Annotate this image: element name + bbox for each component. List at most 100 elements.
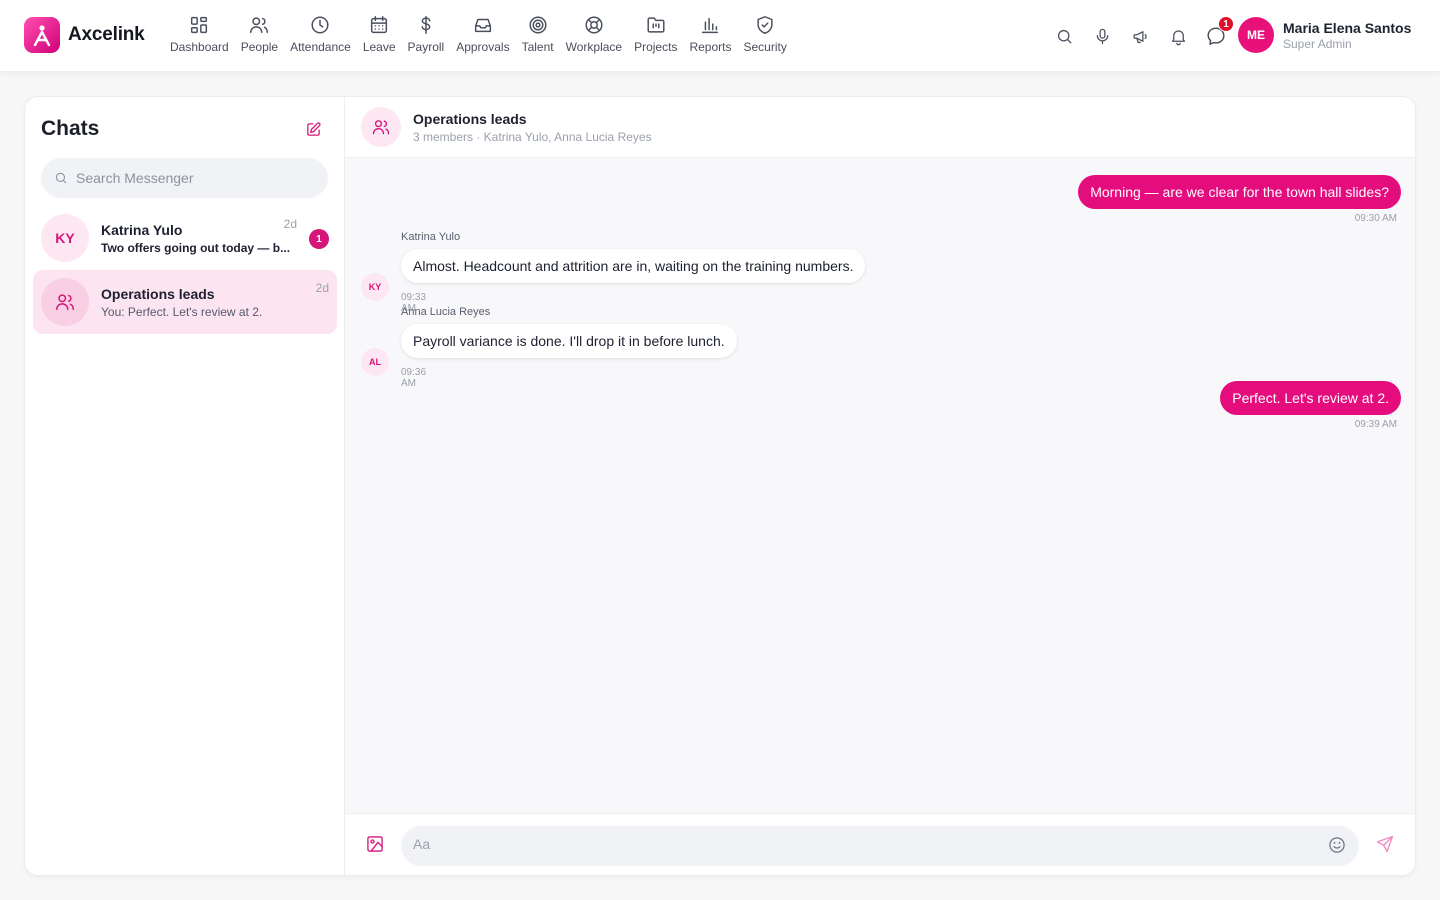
chat-header: Operations leads 3 members · Katrina Yul… — [345, 97, 1415, 158]
message-sender: Katrina Yulo — [401, 231, 461, 243]
messages-button[interactable]: 1 — [1202, 16, 1234, 50]
nav-label: Leave — [362, 40, 396, 54]
lifebuoy-icon — [585, 16, 603, 34]
nav-talent[interactable]: Talent — [516, 14, 560, 54]
message-bubble[interactable]: Payroll variance is done. I'll drop it i… — [401, 324, 737, 358]
avatar: KY — [361, 273, 389, 301]
message-time: 09:36 AM — [401, 367, 427, 389]
nav-attendance[interactable]: Attendance — [284, 14, 357, 54]
unread-badge: 1 — [309, 229, 329, 249]
message-bubble[interactable]: Almost. Headcount and attrition are in, … — [401, 249, 866, 283]
megaphone-icon — [1133, 30, 1147, 43]
shield-icon — [757, 16, 773, 34]
bell-icon — [1171, 29, 1185, 45]
nav-dashboard[interactable]: Dashboard — [164, 14, 235, 54]
chat-title: Operations leads — [413, 110, 527, 127]
group-avatar[interactable] — [361, 107, 401, 147]
notifications-button[interactable] — [1164, 22, 1192, 50]
bar-chart-icon — [702, 17, 719, 34]
send-icon — [1376, 835, 1394, 853]
folder-icon — [647, 17, 665, 33]
avatar: AL — [361, 348, 389, 376]
brand-logo-icon — [24, 17, 60, 53]
nav-label: Workplace — [565, 40, 623, 54]
header-tools: 1 — [1050, 16, 1240, 50]
nav-label: Payroll — [407, 40, 445, 54]
conversation-body: Operations leads You: Perfect. Let's rev… — [101, 286, 297, 319]
brand[interactable]: Axcelink — [24, 17, 145, 53]
message-bubble[interactable]: Morning — are we clear for the town hall… — [1078, 175, 1401, 209]
nav-approvals[interactable]: Approvals — [450, 14, 515, 54]
message-outgoing: Perfect. Let's review at 2. 09:39 AM — [1220, 381, 1401, 430]
group-icon — [56, 294, 74, 311]
conversation-preview: Two offers going out today — b... — [101, 240, 291, 255]
nav-label: Talent — [521, 40, 554, 54]
message-bubble[interactable]: Perfect. Let's review at 2. — [1220, 381, 1401, 415]
conversation-item[interactable]: KY Katrina Yulo Two offers going out tod… — [33, 206, 337, 270]
brand-name: Axcelink — [68, 24, 145, 45]
nav-label: Dashboard — [170, 40, 229, 54]
image-icon — [367, 836, 383, 852]
messenger-card: Chats KY Katrina Yulo Two offers going o… — [24, 96, 1416, 876]
attach-image-button[interactable] — [365, 834, 387, 856]
user-name: Maria Elena Santos — [1283, 19, 1412, 36]
user-menu[interactable]: ME Maria Elena Santos Super Admin — [1238, 17, 1411, 53]
nav-label: Attendance — [290, 40, 351, 54]
message-composer — [345, 813, 1415, 875]
microphone-icon — [1096, 28, 1108, 44]
nav-label: Security — [743, 40, 787, 54]
nav-label: People — [240, 40, 279, 54]
nav-security[interactable]: Security — [737, 14, 792, 54]
nav-people[interactable]: People — [235, 14, 284, 54]
voice-button[interactable] — [1088, 22, 1116, 50]
main-nav: Dashboard People Attendance Leave Payrol… — [164, 14, 793, 54]
search-icon — [1057, 29, 1071, 43]
messages-badge: 1 — [1218, 16, 1234, 32]
avatar: ME — [1238, 17, 1274, 53]
people-icon — [250, 17, 269, 34]
inbox-icon — [474, 18, 491, 33]
group-avatar — [41, 278, 89, 326]
conversation-item-active[interactable]: Operations leads You: Perfect. Let's rev… — [33, 270, 337, 334]
conversation-name: Operations leads — [101, 285, 215, 302]
chat-panel: Operations leads 3 members · Katrina Yul… — [345, 97, 1415, 875]
chat-members: 3 members · Katrina Yulo, Anna Lucia Rey… — [413, 129, 652, 144]
message-input-wrap — [401, 826, 1359, 866]
new-message-button[interactable] — [301, 117, 325, 141]
compose-icon — [306, 121, 321, 136]
user-role: Super Admin — [1283, 36, 1352, 51]
message-input[interactable] — [413, 836, 1313, 852]
calendar-icon — [371, 16, 388, 34]
nav-projects[interactable]: Projects — [628, 14, 683, 54]
search-input[interactable] — [76, 170, 306, 186]
message-time: 09:30 AM — [1354, 213, 1397, 224]
conversation-time: 2d — [315, 281, 329, 295]
nav-leave[interactable]: Leave — [357, 14, 402, 54]
search-box — [41, 158, 328, 198]
conversation-preview: You: Perfect. Let's review at 2. — [101, 304, 263, 319]
conversation-name: Katrina Yulo — [101, 221, 183, 238]
conversation-time: 2d — [283, 217, 297, 231]
user-info: Maria Elena Santos Super Admin — [1283, 20, 1411, 51]
chats-sidebar: Chats KY Katrina Yulo Two offers going o… — [25, 97, 345, 875]
announcements-button[interactable] — [1126, 22, 1154, 50]
avatar: KY — [41, 214, 89, 262]
nav-label: Reports — [689, 40, 732, 54]
page-title: Chats — [41, 117, 100, 140]
nav-workplace[interactable]: Workplace — [560, 14, 628, 54]
clock-icon — [311, 16, 329, 34]
send-button[interactable] — [1375, 834, 1397, 856]
emoji-button[interactable] — [1327, 835, 1349, 857]
target-icon — [529, 16, 547, 34]
group-icon — [372, 120, 390, 135]
emoji-icon — [1329, 837, 1345, 853]
chat-info: Operations leads 3 members · Katrina Yul… — [413, 111, 652, 144]
search-icon — [55, 172, 67, 184]
conversation-body: Katrina Yulo Two offers going out today … — [101, 222, 297, 255]
grid-icon — [191, 16, 208, 34]
nav-payroll[interactable]: Payroll — [402, 14, 451, 54]
message-outgoing: Morning — are we clear for the town hall… — [1078, 175, 1401, 224]
search-button[interactable] — [1050, 22, 1078, 50]
dollar-icon — [421, 16, 431, 34]
nav-reports[interactable]: Reports — [683, 14, 737, 54]
